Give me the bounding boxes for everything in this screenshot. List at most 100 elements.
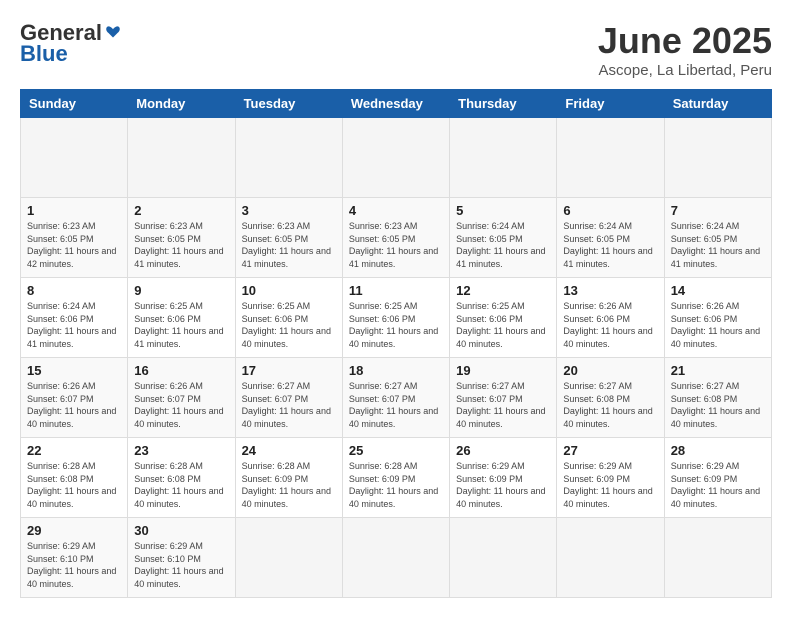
page-header: General Blue June 2025 Ascope, La Libert…: [20, 20, 772, 79]
day-number: 9: [134, 283, 228, 298]
calendar-table: Sunday Monday Tuesday Wednesday Thursday…: [20, 89, 772, 598]
table-row: [664, 518, 771, 598]
logo: General Blue: [20, 20, 122, 67]
title-block: June 2025 Ascope, La Libertad, Peru: [598, 20, 772, 79]
day-number: 7: [671, 203, 765, 218]
day-number: 10: [242, 283, 336, 298]
day-number: 29: [27, 523, 121, 538]
day-number: 8: [27, 283, 121, 298]
calendar-week-0: [21, 118, 772, 198]
day-info: Sunrise: 6:24 AMSunset: 6:06 PMDaylight:…: [27, 300, 121, 350]
table-row: 28Sunrise: 6:29 AMSunset: 6:09 PMDayligh…: [664, 438, 771, 518]
table-row: [235, 118, 342, 198]
day-info: Sunrise: 6:24 AMSunset: 6:05 PMDaylight:…: [671, 220, 765, 270]
day-number: 3: [242, 203, 336, 218]
day-info: Sunrise: 6:24 AMSunset: 6:05 PMDaylight:…: [563, 220, 657, 270]
table-row: 30Sunrise: 6:29 AMSunset: 6:10 PMDayligh…: [128, 518, 235, 598]
table-row: [21, 118, 128, 198]
table-row: 12Sunrise: 6:25 AMSunset: 6:06 PMDayligh…: [450, 278, 557, 358]
day-number: 15: [27, 363, 121, 378]
table-row: [235, 518, 342, 598]
day-number: 2: [134, 203, 228, 218]
day-number: 25: [349, 443, 443, 458]
table-row: 25 Sunrise: 6:28 AMSunset: 6:09 PMDayligh…: [342, 438, 449, 518]
table-row: 9 Sunrise: 6:25 AMSunset: 6:06 PMDaylight…: [128, 278, 235, 358]
table-row: 22 Sunrise: 6:28 AMSunset: 6:08 PMDayligh…: [21, 438, 128, 518]
table-row: 17 Sunrise: 6:27 AMSunset: 6:07 PMDayligh…: [235, 358, 342, 438]
day-number: 13: [563, 283, 657, 298]
day-number: 21: [671, 363, 765, 378]
day-info: Sunrise: 6:27 AMSunset: 6:07 PMDaylight:…: [456, 380, 550, 430]
day-info: Sunrise: 6:29 AMSunset: 6:09 PMDaylight:…: [563, 460, 657, 510]
table-row: 10 Sunrise: 6:25 AMSunset: 6:06 PMDayligh…: [235, 278, 342, 358]
table-row: 26Sunrise: 6:29 AMSunset: 6:09 PMDayligh…: [450, 438, 557, 518]
calendar-title: June 2025: [598, 20, 772, 62]
day-info: Sunrise: 6:27 AMSunset: 6:08 PMDaylight:…: [563, 380, 657, 430]
table-row: 29 Sunrise: 6:29 AMSunset: 6:10 PMDayligh…: [21, 518, 128, 598]
day-number: 20: [563, 363, 657, 378]
day-info: Sunrise: 6:28 AMSunset: 6:08 PMDaylight:…: [27, 460, 121, 510]
table-row: 18 Sunrise: 6:27 AMSunset: 6:07 PMDayligh…: [342, 358, 449, 438]
table-row: 27 Sunrise: 6:29 AMSunset: 6:09 PMDayligh…: [557, 438, 664, 518]
table-row: [450, 518, 557, 598]
table-row: 23Sunrise: 6:28 AMSunset: 6:08 PMDayligh…: [128, 438, 235, 518]
table-row: 21 Sunrise: 6:27 AMSunset: 6:08 PMDayligh…: [664, 358, 771, 438]
day-info: Sunrise: 6:29 AMSunset: 6:10 PMDaylight:…: [27, 540, 121, 590]
day-info: Sunrise: 6:27 AMSunset: 6:07 PMDaylight:…: [349, 380, 443, 430]
day-info: Sunrise: 6:26 AMSunset: 6:06 PMDaylight:…: [671, 300, 765, 350]
day-number: 4: [349, 203, 443, 218]
calendar-week-3: 15Sunrise: 6:26 AMSunset: 6:07 PMDayligh…: [21, 358, 772, 438]
table-row: [664, 118, 771, 198]
day-info: Sunrise: 6:25 AMSunset: 6:06 PMDaylight:…: [349, 300, 443, 350]
day-info: Sunrise: 6:29 AMSunset: 6:09 PMDaylight:…: [456, 460, 550, 510]
table-row: [450, 118, 557, 198]
table-row: 20 Sunrise: 6:27 AMSunset: 6:08 PMDayligh…: [557, 358, 664, 438]
day-number: 6: [563, 203, 657, 218]
calendar-week-1: 1 Sunrise: 6:23 AMSunset: 6:05 PMDaylight…: [21, 198, 772, 278]
day-number: 11: [349, 283, 443, 298]
table-row: 19 Sunrise: 6:27 AMSunset: 6:07 PMDayligh…: [450, 358, 557, 438]
table-row: 6 Sunrise: 6:24 AMSunset: 6:05 PMDaylight…: [557, 198, 664, 278]
calendar-week-5: 29 Sunrise: 6:29 AMSunset: 6:10 PMDayligh…: [21, 518, 772, 598]
table-row: 4 Sunrise: 6:23 AMSunset: 6:05 PMDaylight…: [342, 198, 449, 278]
day-number: 27: [563, 443, 657, 458]
calendar-week-2: 8 Sunrise: 6:24 AMSunset: 6:06 PMDaylight…: [21, 278, 772, 358]
day-info: Sunrise: 6:29 AMSunset: 6:10 PMDaylight:…: [134, 540, 228, 590]
logo-bird-icon: [104, 24, 122, 42]
day-number: 22: [27, 443, 121, 458]
day-info: Sunrise: 6:23 AMSunset: 6:05 PMDaylight:…: [242, 220, 336, 270]
table-row: 2Sunrise: 6:23 AMSunset: 6:05 PMDaylight…: [128, 198, 235, 278]
day-info: Sunrise: 6:25 AMSunset: 6:06 PMDaylight:…: [456, 300, 550, 350]
day-number: 24: [242, 443, 336, 458]
day-number: 19: [456, 363, 550, 378]
table-row: 24Sunrise: 6:28 AMSunset: 6:09 PMDayligh…: [235, 438, 342, 518]
table-row: [128, 118, 235, 198]
col-thursday: Thursday: [450, 90, 557, 118]
col-sunday: Sunday: [21, 90, 128, 118]
table-row: 7 Sunrise: 6:24 AMSunset: 6:05 PMDaylight…: [664, 198, 771, 278]
col-monday: Monday: [128, 90, 235, 118]
day-info: Sunrise: 6:23 AMSunset: 6:05 PMDaylight:…: [27, 220, 121, 270]
day-number: 17: [242, 363, 336, 378]
table-row: [557, 118, 664, 198]
day-info: Sunrise: 6:25 AMSunset: 6:06 PMDaylight:…: [134, 300, 228, 350]
day-info: Sunrise: 6:26 AMSunset: 6:06 PMDaylight:…: [563, 300, 657, 350]
day-number: 18: [349, 363, 443, 378]
col-saturday: Saturday: [664, 90, 771, 118]
day-number: 1: [27, 203, 121, 218]
day-info: Sunrise: 6:28 AMSunset: 6:09 PMDaylight:…: [349, 460, 443, 510]
logo-blue-text: Blue: [20, 41, 68, 67]
calendar-header-row: Sunday Monday Tuesday Wednesday Thursday…: [21, 90, 772, 118]
col-wednesday: Wednesday: [342, 90, 449, 118]
day-info: Sunrise: 6:27 AMSunset: 6:08 PMDaylight:…: [671, 380, 765, 430]
day-info: Sunrise: 6:27 AMSunset: 6:07 PMDaylight:…: [242, 380, 336, 430]
day-info: Sunrise: 6:23 AMSunset: 6:05 PMDaylight:…: [349, 220, 443, 270]
col-friday: Friday: [557, 90, 664, 118]
table-row: 15Sunrise: 6:26 AMSunset: 6:07 PMDayligh…: [21, 358, 128, 438]
day-info: Sunrise: 6:25 AMSunset: 6:06 PMDaylight:…: [242, 300, 336, 350]
table-row: [342, 118, 449, 198]
table-row: 5Sunrise: 6:24 AMSunset: 6:05 PMDaylight…: [450, 198, 557, 278]
table-row: 1 Sunrise: 6:23 AMSunset: 6:05 PMDaylight…: [21, 198, 128, 278]
calendar-location: Ascope, La Libertad, Peru: [598, 62, 772, 79]
table-row: 13 Sunrise: 6:26 AMSunset: 6:06 PMDayligh…: [557, 278, 664, 358]
